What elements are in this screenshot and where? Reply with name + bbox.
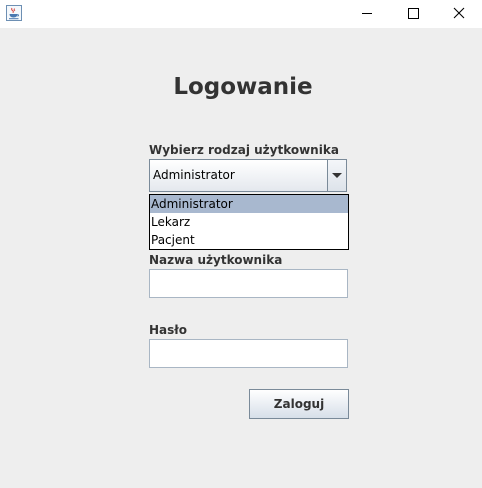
user-type-label: Wybierz rodzaj użytkownika [149, 143, 339, 157]
user-type-combobox[interactable]: Administrator [149, 159, 347, 192]
user-type-selected-value: Administrator [153, 168, 235, 182]
maximize-icon [408, 8, 419, 19]
close-button[interactable] [436, 0, 482, 28]
password-input[interactable] [149, 339, 348, 368]
minimize-button[interactable] [344, 0, 390, 28]
password-label: Hasło [149, 323, 187, 337]
close-icon [453, 7, 465, 19]
dropdown-option-lekarz[interactable]: Lekarz [150, 213, 348, 231]
java-coffee-cup-icon[interactable] [6, 5, 22, 21]
minimize-icon [362, 13, 372, 14]
chevron-down-icon [332, 173, 342, 178]
dropdown-arrow-button[interactable] [327, 160, 346, 191]
login-button[interactable]: Zaloguj [249, 389, 349, 419]
dropdown-option-pacjent[interactable]: Pacjent [150, 231, 348, 249]
page-title: Logowanie [173, 74, 313, 100]
user-type-dropdown-list: Administrator Lekarz Pacjent [149, 194, 349, 250]
username-label: Nazwa użytkownika [149, 253, 283, 267]
username-input[interactable] [149, 269, 348, 298]
dropdown-option-administrator[interactable]: Administrator [150, 195, 348, 213]
maximize-button[interactable] [390, 0, 436, 28]
window-titlebar [0, 0, 482, 28]
